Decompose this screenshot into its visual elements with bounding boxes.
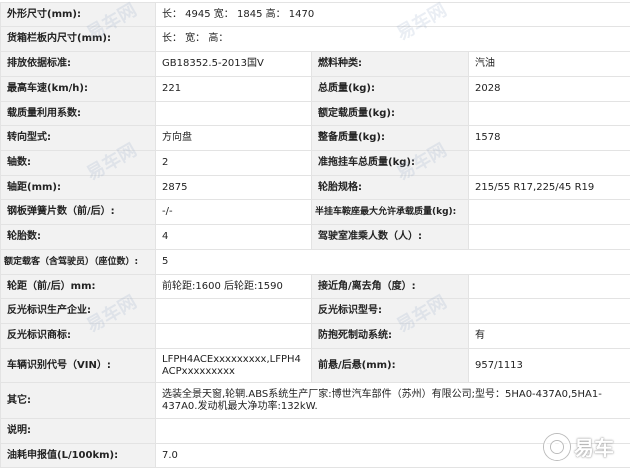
site-logo: 易车 [544, 432, 614, 461]
spec-value: 长： 4945 宽： 1845 高： 1470 [154, 2, 630, 27]
table-row: 轮距（前/后）mm: 前轮距:1600 后轮距:1590 接近角/离去角（度）: [0, 274, 630, 299]
spec-label: 半挂车鞍座最大允许承载质量(kg): [311, 199, 469, 225]
table-row: 说明: [0, 418, 630, 444]
spec-label: 货箱栏板内尺寸(mm): [0, 26, 156, 52]
spec-label: 前悬/后悬(mm): [311, 348, 469, 383]
table-row: 转向型式: 方向盘 整备质量(kg): 1578 [0, 125, 630, 151]
spec-label: 额定载客（含驾驶员）（座位数）: [0, 249, 156, 275]
table-row: 钢板弹簧片数（前/后）: -/- 半挂车鞍座最大允许承载质量(kg): [0, 199, 630, 225]
spec-label: 车辆识别代号（VIN）: [0, 348, 156, 383]
spec-value [467, 298, 630, 324]
spec-value [155, 323, 312, 349]
spec-label: 轴距(mm): [0, 175, 156, 200]
spec-label: 防抱死制动系统: [311, 323, 469, 349]
spec-value [155, 101, 312, 126]
table-row: 轴数: 2 准拖挂车总质量(kg): [0, 150, 630, 176]
table-row: 最高车速(km/h): 221 总质量(kg): 2028 [0, 76, 630, 102]
logo-text: 易车 [574, 436, 614, 460]
spec-value: 5 [154, 249, 630, 275]
spec-value: 1578 [467, 125, 630, 151]
spec-label: 反光标识型号: [311, 298, 469, 324]
table-row: 油耗申报值(L/100km): 7.0 [0, 443, 630, 468]
spec-value: 有 [467, 323, 630, 349]
spec-value: 2 [155, 150, 312, 176]
spec-value: 前轮距:1600 后轮距:1590 [155, 274, 312, 299]
table-row: 排放依据标准: GB18352.5-2013国Ⅴ 燃料种类: 汽油 [0, 51, 630, 77]
table-row: 额定载客（含驾驶员）（座位数）: 5 [0, 249, 630, 275]
spec-value [467, 274, 630, 299]
spec-label: 整备质量(kg): [311, 125, 469, 151]
spec-label: 说明: [0, 418, 156, 444]
table-row: 轴距(mm): 2875 轮胎规格: 215/55 R17,225/45 R19 [0, 175, 630, 200]
spec-label: 驾驶室准乘人数（人）: [311, 224, 469, 250]
spec-label: 油耗申报值(L/100km): [0, 443, 156, 468]
spec-value: -/- [155, 199, 312, 225]
spec-label: 外形尺寸(mm): [0, 2, 156, 27]
logo-icon [544, 433, 570, 460]
table-row: 其它: 选装全景天窗,轮辋.ABS系统生产厂家:博世汽车部件（苏州）有限公司;型… [0, 382, 630, 419]
spec-label: 轮距（前/后）mm: [0, 274, 156, 299]
spec-label: 最高车速(km/h): [0, 76, 156, 102]
spec-value: 方向盘 [155, 125, 312, 151]
spec-value [155, 298, 312, 324]
spec-label: 燃料种类: [311, 51, 469, 77]
spec-table: 外形尺寸(mm): 长： 4945 宽： 1845 高： 1470 货箱栏板内尺… [0, 2, 630, 468]
spec-label: 转向型式: [0, 125, 156, 151]
spec-label: 轮胎数: [0, 224, 156, 250]
table-row: 外形尺寸(mm): 长： 4945 宽： 1845 高： 1470 [0, 2, 630, 27]
spec-label: 排放依据标准: [0, 51, 156, 77]
spec-label: 轮胎规格: [311, 175, 469, 200]
spec-label: 反光标识商标: [0, 323, 156, 349]
spec-label: 轴数: [0, 150, 156, 176]
spec-value [467, 199, 630, 225]
spec-value: 215/55 R17,225/45 R19 [467, 175, 630, 200]
table-row: 轮胎数: 4 驾驶室准乘人数（人）: [0, 224, 630, 250]
spec-value: 汽油 [467, 51, 630, 77]
spec-value [467, 150, 630, 176]
spec-value: 选装全景天窗,轮辋.ABS系统生产厂家:博世汽车部件（苏州）有限公司;型号：5H… [154, 382, 630, 419]
spec-label: 接近角/离去角（度）: [311, 274, 469, 299]
spec-value: 957/1113 [467, 348, 630, 383]
spec-label: 额定载质量(kg): [311, 101, 469, 126]
spec-value [467, 101, 630, 126]
table-row: 车辆识别代号（VIN）: LFPH4ACExxxxxxxxx,LFPH4ACPx… [0, 348, 630, 383]
spec-value: 4 [155, 224, 312, 250]
spec-label: 总质量(kg): [311, 76, 469, 102]
table-row: 载质量利用系数: 额定载质量(kg): [0, 101, 630, 126]
spec-value: 221 [155, 76, 312, 102]
spec-value: 2875 [155, 175, 312, 200]
spec-value: 长： 宽： 高： [154, 26, 630, 52]
spec-label: 载质量利用系数: [0, 101, 156, 126]
table-row: 货箱栏板内尺寸(mm): 长： 宽： 高： [0, 26, 630, 52]
spec-label: 反光标识生产企业: [0, 298, 156, 324]
spec-value: LFPH4ACExxxxxxxxx,LFPH4ACPxxxxxxxxx [155, 348, 312, 383]
spec-value [467, 224, 630, 250]
spec-value: 2028 [467, 76, 630, 102]
spec-label: 其它: [0, 382, 156, 419]
spec-value: GB18352.5-2013国Ⅴ [155, 51, 312, 77]
spec-label: 准拖挂车总质量(kg): [311, 150, 469, 176]
spec-label: 钢板弹簧片数（前/后）: [0, 199, 156, 225]
table-row: 反光标识商标: 防抱死制动系统: 有 [0, 323, 630, 349]
table-row: 反光标识生产企业: 反光标识型号: [0, 298, 630, 324]
